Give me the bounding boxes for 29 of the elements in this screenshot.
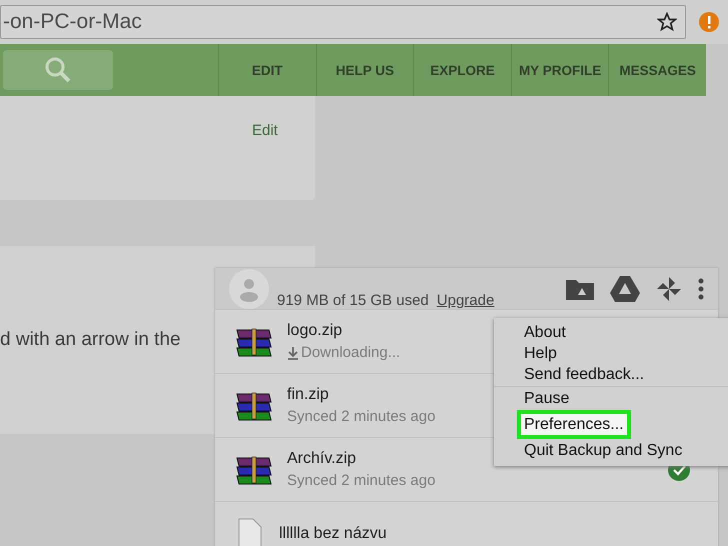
step-text: d with an arrow in the [0,329,181,351]
folder-icon[interactable] [566,278,594,300]
archive-books-icon [235,390,273,422]
file-name: lllllla bez názvu [279,524,387,542]
file-status: Synced 2 minutes ago [287,472,436,489]
file-row[interactable]: lllllla bez názvu [215,501,718,546]
upgrade-link[interactable]: Upgrade [436,292,494,309]
file-name: Archív.zip [287,450,358,468]
pinwheel-icon[interactable] [656,276,682,302]
star-icon[interactable] [657,12,677,32]
menu-item[interactable]: Pause [521,388,572,409]
menu-item[interactable]: About [521,322,569,343]
file-status: Synced 2 minutes ago [287,408,436,425]
archive-books-icon [235,454,273,486]
file-name: fin.zip [287,386,330,404]
download-icon [287,346,299,360]
menu-item[interactable]: Preferences... [521,414,627,435]
search-icon [43,55,73,85]
file-name: logo.zip [287,322,344,340]
menu-item[interactable]: Quit Backup and Sync [521,440,686,461]
edit-link[interactable]: Edit [252,122,278,138]
file-status: Downloading... [301,344,400,361]
menu-item[interactable]: Help [521,343,560,364]
storage-usage: 919 MB of 15 GB used [277,292,429,309]
address-bar[interactable]: -on-PC-or-Mac [0,5,686,39]
alert-icon[interactable] [698,11,720,33]
archive-books-icon [235,326,273,358]
more-icon[interactable] [698,278,704,300]
triangle-logo-icon[interactable] [610,276,640,302]
